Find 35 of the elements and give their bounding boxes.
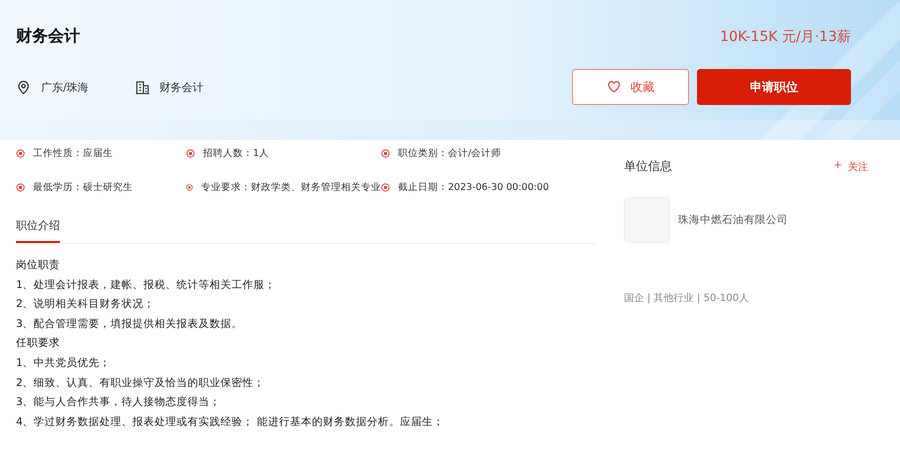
- location-pin-icon: [16, 80, 31, 94]
- bullet-icon: [16, 148, 25, 158]
- apply-button[interactable]: 申请职位: [697, 69, 851, 105]
- description-line: 3、能与人合作共事，待人接物态度得当；: [16, 395, 222, 410]
- attribute-text: 截止日期：2023-06-30 00:00:00: [398, 180, 549, 194]
- follow-button[interactable]: + 关注: [834, 160, 884, 174]
- attribute-text: 专业要求：财政学类、财务管理相关专业: [201, 180, 381, 194]
- description-line: 4、学过财务数据处理、报表处理或有实践经验； 能进行基本的财务数据分析。应届生；: [16, 414, 446, 430]
- company-meta: 国企 | 其他行业 | 50-100人: [624, 292, 750, 305]
- section-heading: 任职要求: [16, 336, 61, 352]
- bullet-icon: [16, 182, 25, 192]
- description-line: 3、配合管理需要，填报提供相关报表及数据。: [16, 316, 244, 332]
- salary: 10K-15K 元/月·13薪: [720, 28, 851, 46]
- attribute-text: 招聘人数：1人: [203, 146, 270, 160]
- location-text: 广东/珠海: [41, 80, 89, 94]
- bullet-icon: [381, 148, 390, 158]
- favorite-button[interactable]: 收藏: [572, 69, 689, 105]
- building-icon: [134, 80, 150, 94]
- attribute-text: 最低学历：硕士研究生: [33, 180, 133, 194]
- bullet-icon: [381, 182, 390, 192]
- bullet-icon: [186, 148, 195, 158]
- section-tab[interactable]: 职位介绍: [16, 218, 60, 243]
- heart-icon: [606, 80, 620, 94]
- section-heading: 岗位职责: [16, 258, 61, 273]
- company-name[interactable]: 珠海中燃石油有限公司: [678, 213, 788, 227]
- category-text: 财务会计: [160, 80, 204, 94]
- description-line: 2、细致、认真、有职业操守及恰当的职业保密性；: [16, 376, 266, 391]
- company-heading: 单位信息: [624, 158, 672, 175]
- attribute-text: 职位类别：会计/会计师: [398, 146, 502, 160]
- description-line: 1、处理会计报表，建帐、报税、统计等相关工作服；: [16, 278, 277, 293]
- description-line: 1、中共党员优先；: [16, 356, 112, 371]
- bullet-icon: [186, 182, 193, 192]
- attribute-text: 工作性质：应届生: [33, 146, 113, 160]
- job-title: 财务会计: [16, 26, 80, 47]
- description-line: 2、说明相关科目财务状况；: [16, 297, 156, 312]
